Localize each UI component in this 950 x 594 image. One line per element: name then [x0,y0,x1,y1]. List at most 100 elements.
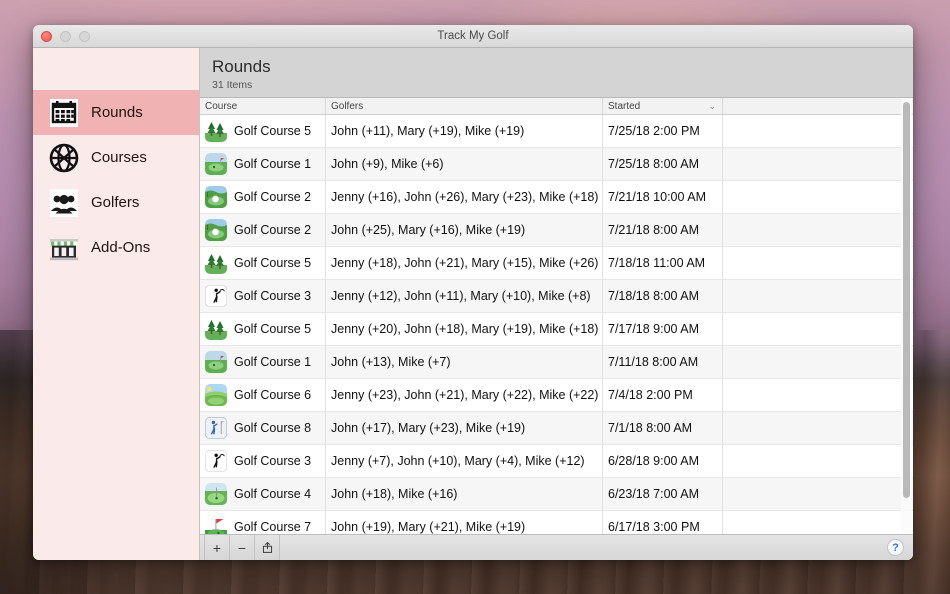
course-name: Golf Course 1 [234,355,312,369]
table-row[interactable]: Golf Course 2 Jenny (+16), John (+26), Ma… [200,181,913,214]
sidebar-item-label: Add-Ons [91,239,151,256]
course-ball-icon [205,219,227,241]
scrollbar-thumb[interactable] [903,102,910,498]
content-panel: Rounds 31 Items Course Golfers Started ⌄… [200,48,913,560]
column-header-label: Started [608,101,641,112]
table-row[interactable]: Golf Course 6 Jenny (+23), John (+21), Ma… [200,379,913,412]
traffic-light-group [41,30,90,42]
cell-started: 6/28/18 9:00 AM [603,445,723,477]
page-title: Rounds [212,57,271,76]
cell-extra [723,181,913,213]
cell-extra [723,148,913,180]
minimize-button[interactable] [60,30,71,42]
cell-course: Golf Course 6 [200,379,326,411]
cell-started: 7/18/18 11:00 AM [603,247,723,279]
course-green-icon [205,351,227,373]
cell-extra [723,511,913,534]
table-row[interactable]: Golf Course 5 Jenny (+18), John (+21), Ma… [200,247,913,280]
cell-golfers: Jenny (+23), John (+21), Mary (+22), Mik… [326,379,603,411]
column-header-golfers[interactable]: Golfers [326,98,603,114]
course-name: Golf Course 2 [234,190,312,204]
course-flag-icon [205,516,227,534]
column-header-extra[interactable] [723,98,913,114]
close-button[interactable] [41,30,52,42]
cell-extra [723,280,913,312]
cell-started: 7/21/18 10:00 AM [603,181,723,213]
cell-started: 7/18/18 8:00 AM [603,280,723,312]
table-row[interactable]: Golf Course 3 Jenny (+12), John (+11), Ma… [200,280,913,313]
course-pin-icon [205,483,227,505]
cell-golfers: Jenny (+20), John (+18), Mary (+19), Mik… [326,313,603,345]
cell-golfers: John (+17), Mary (+23), Mike (+19) [326,412,603,444]
cell-started: 7/11/18 8:00 AM [603,346,723,378]
course-ball-icon [205,186,227,208]
table-row[interactable]: Golf Course 5 John (+11), Mary (+19), Mik… [200,115,913,148]
course-name: Golf Course 2 [234,223,312,237]
cell-golfers: John (+18), Mike (+16) [326,478,603,510]
add-button[interactable]: + [204,535,230,560]
table-row[interactable]: Golf Course 1 John (+13), Mike (+7) 7/11/1… [200,346,913,379]
cell-golfers: John (+11), Mary (+19), Mike (+19) [326,115,603,147]
sidebar-item-label: Rounds [91,104,143,121]
calendar-icon [47,96,81,130]
course-name: Golf Course 4 [234,487,312,501]
window-body: Rounds Courses Golfers Add-Ons Rounds 31… [33,48,913,560]
course-golfer-icon [205,417,227,439]
cell-golfers: John (+19), Mary (+21), Mike (+19) [326,511,603,534]
window-titlebar[interactable]: Track My Golf [33,25,913,48]
cell-started: 7/25/18 8:00 AM [603,148,723,180]
app-window: Track My Golf Rounds Courses Golfers Add… [33,25,913,560]
cell-extra [723,346,913,378]
column-header-started[interactable]: Started ⌄ [603,98,723,114]
course-name: Golf Course 1 [234,157,312,171]
cell-golfers: Jenny (+12), John (+11), Mary (+10), Mik… [326,280,603,312]
cell-extra [723,379,913,411]
cell-extra [723,412,913,444]
cell-course: Golf Course 2 [200,214,326,246]
cell-extra [723,445,913,477]
cell-extra [723,115,913,147]
cell-started: 7/21/18 8:00 AM [603,214,723,246]
item-count: 31 Items [212,79,253,91]
share-icon [262,541,272,553]
cell-extra [723,478,913,510]
column-header-label: Golfers [331,101,364,112]
course-green-icon [205,153,227,175]
sidebar-item-label: Golfers [91,194,140,211]
course-name: Golf Course 6 [234,388,312,402]
people-icon [47,186,81,220]
cell-course: Golf Course 5 [200,247,326,279]
course-trees-icon [205,318,227,340]
sidebar: Rounds Courses Golfers Add-Ons [33,48,200,560]
cell-started: 7/1/18 8:00 AM [603,412,723,444]
course-trees-icon [205,252,227,274]
window-title: Track My Golf [437,30,509,42]
vertical-scrollbar[interactable] [901,98,912,534]
table-row[interactable]: Golf Course 7 John (+19), Mary (+21), Mik… [200,511,913,534]
rounds-table: Course Golfers Started ⌄ Golf Course 5 Jo… [200,98,913,534]
sidebar-item-add-ons[interactable]: Add-Ons [33,225,199,270]
course-name: Golf Course 5 [234,322,312,336]
sidebar-item-label: Courses [91,149,147,166]
cell-course: Golf Course 3 [200,280,326,312]
help-button[interactable]: ? [887,539,904,556]
column-header-course[interactable]: Course [200,98,326,114]
cell-started: 6/17/18 3:00 PM [603,511,723,534]
maximize-button[interactable] [79,30,90,42]
sidebar-item-rounds[interactable]: Rounds [33,90,199,135]
cell-course: Golf Course 1 [200,346,326,378]
table-row[interactable]: Golf Course 1 John (+9), Mike (+6) 7/25/18… [200,148,913,181]
table-row[interactable]: Golf Course 2 John (+25), Mary (+16), Mik… [200,214,913,247]
share-button[interactable] [255,535,280,560]
cell-started: 7/17/18 9:00 AM [603,313,723,345]
table-row[interactable]: Golf Course 8 John (+17), Mary (+23), Mik… [200,412,913,445]
table-row[interactable]: Golf Course 3 Jenny (+7), John (+10), Mar… [200,445,913,478]
table-row[interactable]: Golf Course 5 Jenny (+20), John (+18), Ma… [200,313,913,346]
sidebar-item-golfers[interactable]: Golfers [33,180,199,225]
remove-button[interactable]: − [230,535,255,560]
column-header-label: Course [205,101,238,112]
sidebar-item-courses[interactable]: Courses [33,135,199,180]
course-name: Golf Course 5 [234,256,312,270]
table-row[interactable]: Golf Course 4 John (+18), Mike (+16) 6/23/… [200,478,913,511]
chevron-down-icon: ⌄ [708,101,716,111]
